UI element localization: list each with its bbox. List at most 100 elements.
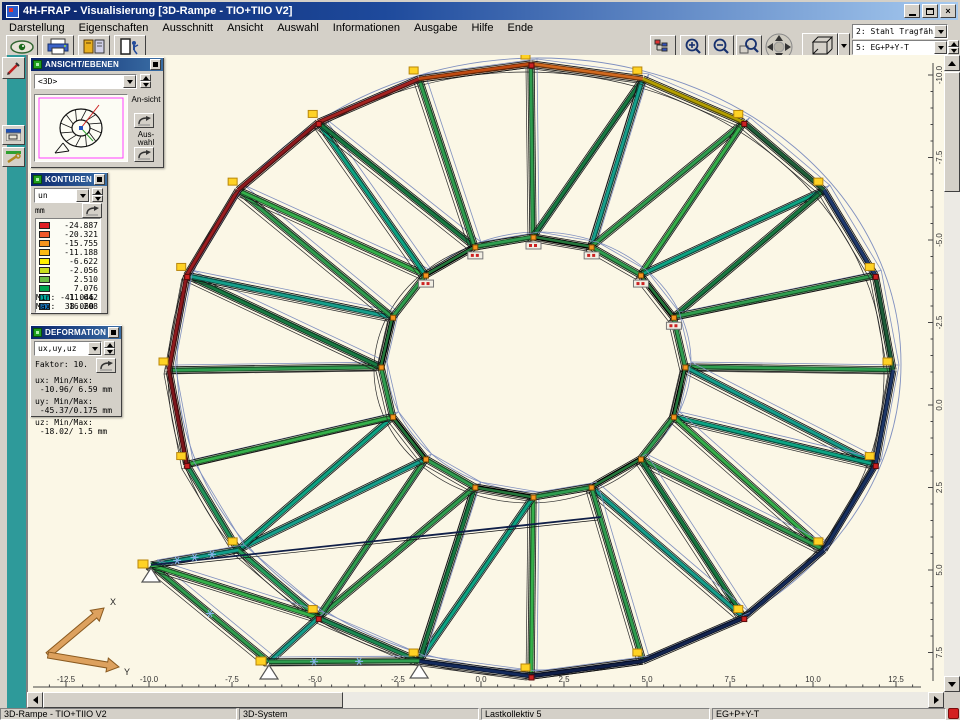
menu-item-informationen[interactable]: Informationen xyxy=(326,21,407,35)
exit-door-icon xyxy=(119,38,141,55)
edit-mode-button[interactable] xyxy=(2,57,25,79)
svg-text:10.0: 10.0 xyxy=(805,675,821,684)
title-bar[interactable]: 4H-FRAP - Visualisierung [3D-Rampe - TIO… xyxy=(2,2,958,20)
kontur-apply-button[interactable] xyxy=(82,203,102,218)
ansicht-label: An-sicht xyxy=(131,96,161,104)
legend-swatch xyxy=(39,240,50,247)
view-spinner[interactable] xyxy=(140,74,151,88)
menu-item-ansicht[interactable]: Ansicht xyxy=(220,21,270,35)
legend-value: -2.056 xyxy=(53,266,98,275)
loadcase-spinner[interactable] xyxy=(948,40,959,54)
menu-item-ende[interactable]: Ende xyxy=(500,21,540,35)
auswahl-label: Aus-wahl xyxy=(131,131,161,147)
tree-icon xyxy=(654,39,672,55)
svg-text:7.5: 7.5 xyxy=(724,675,736,684)
toolbar xyxy=(2,35,958,56)
app-window: { "window": { "title": "4H-FRAP - Visual… xyxy=(0,0,960,720)
deformation-combo[interactable]: ux,uy,uz xyxy=(34,341,102,356)
view-combo-arrow[interactable] xyxy=(123,75,136,88)
menu-item-darstellung[interactable]: Darstellung xyxy=(2,21,72,35)
konturen-panel[interactable]: KONTUREN un mm -24.887-20.321-15.755-11.… xyxy=(30,172,108,314)
left-sidebar xyxy=(0,55,27,708)
view-combo-value: <3D> xyxy=(35,77,123,86)
scroll-right-button[interactable] xyxy=(928,692,944,708)
kontur-combo[interactable]: un xyxy=(34,188,90,203)
svg-text:-2.5: -2.5 xyxy=(935,315,944,329)
pencil-icon xyxy=(6,61,21,76)
svg-text:12.5: 12.5 xyxy=(888,675,904,684)
view-combo[interactable]: <3D> xyxy=(34,74,137,89)
minimized-tools-panel-button[interactable] xyxy=(2,147,25,167)
status-field: 3D-System xyxy=(239,708,479,720)
view-preview-box[interactable] xyxy=(34,94,128,162)
deformation-combo-value: ux,uy,uz xyxy=(35,344,88,353)
menu-item-hilfe[interactable]: Hilfe xyxy=(464,21,500,35)
loadcase-combo[interactable]: 5: EG+P+Y-T xyxy=(852,40,948,55)
svg-text:Y: Y xyxy=(124,667,130,677)
status-app-icon[interactable] xyxy=(948,708,959,719)
deformation-spinner[interactable] xyxy=(104,341,115,355)
svg-text:-5.0: -5.0 xyxy=(935,233,944,247)
ansicht-panel-close[interactable] xyxy=(150,59,161,70)
kontur-spinner[interactable] xyxy=(92,188,103,202)
deformation-apply-button[interactable] xyxy=(96,358,116,373)
svg-text:-5.0: -5.0 xyxy=(308,675,322,684)
visualization-canvas[interactable]: -12.5-10.0-7.5-5.0-2.50.02.55.07.510.012… xyxy=(27,55,944,692)
ansicht-apply-button[interactable] xyxy=(134,113,154,128)
legend-value: -20.321 xyxy=(53,230,98,239)
horizontal-scrollbar[interactable] xyxy=(27,692,944,708)
status-bar: 3D-Rampe - TIO+TIIO V23D-SystemLastkolle… xyxy=(0,708,960,720)
ansicht-panel-titlebar[interactable]: ANSICHT/EBENEN xyxy=(31,58,163,71)
close-button[interactable]: × xyxy=(940,4,956,18)
menu-item-ausschnitt[interactable]: Ausschnitt xyxy=(155,21,220,35)
ansicht-ebenen-panel[interactable]: ANSICHT/EBENEN <3D> An-sicht Aus-wahl xyxy=(30,57,164,168)
deformation-row-value: -18.02/ 1.5 mm xyxy=(30,427,122,436)
deformation-panel-titlebar[interactable]: DEFORMATION xyxy=(31,326,121,339)
faktor-label: Faktor: 10. xyxy=(35,361,88,369)
vertical-scroll-thumb[interactable] xyxy=(944,72,960,192)
deformation-values: ux: Min/Max: -10.96/ 6.59 mmuy: Min/Max:… xyxy=(30,373,122,436)
legend-value: -15.755 xyxy=(53,239,98,248)
menu-item-eigenschaften[interactable]: Eigenschaften xyxy=(72,21,156,35)
perspective-box-icon xyxy=(807,36,833,56)
loadcase-combo-value: 5: EG+P+Y-T xyxy=(853,43,934,52)
legend-value: 7.076 xyxy=(53,284,98,293)
maximize-button[interactable] xyxy=(922,4,938,18)
deformation-panel-close[interactable] xyxy=(108,327,119,338)
kontur-combo-arrow[interactable] xyxy=(76,189,89,202)
legend-value: 2.510 xyxy=(53,275,98,284)
minimize-button[interactable] xyxy=(904,4,920,18)
konturen-panel-titlebar[interactable]: KONTUREN xyxy=(31,173,107,186)
result-combo-arrow[interactable] xyxy=(934,25,947,38)
loadcase-combo-arrow[interactable] xyxy=(934,41,947,54)
svg-text:5.0: 5.0 xyxy=(935,564,944,576)
horizontal-scroll-thumb[interactable] xyxy=(43,692,343,708)
status-field: 3D-Rampe - TIO+TIIO V2 xyxy=(0,708,237,720)
legend-row: -6.622 xyxy=(39,257,98,266)
zoom-window-icon xyxy=(739,38,759,55)
menu-item-auswahl[interactable]: Auswahl xyxy=(270,21,326,35)
legend-row: -2.056 xyxy=(39,266,98,275)
svg-text:-10.0: -10.0 xyxy=(140,675,159,684)
result-combo[interactable]: 2: Stahl Tragfähigkeit (Th. 2. O xyxy=(852,24,948,39)
deformation-panel[interactable]: DEFORMATION ux,uy,uz Faktor: 10. ux: Min… xyxy=(30,325,122,417)
mini-window-icon xyxy=(6,129,21,141)
legend-value: -6.622 xyxy=(53,257,98,266)
scroll-left-button[interactable] xyxy=(27,692,43,708)
legend-value: -24.887 xyxy=(53,221,98,230)
auswahl-apply-button[interactable] xyxy=(134,147,154,162)
scroll-down-button[interactable] xyxy=(944,676,960,692)
minimized-system-panel-button[interactable] xyxy=(2,125,25,145)
panel-icon xyxy=(33,60,42,69)
ansicht-panel-title: ANSICHT/EBENEN xyxy=(45,60,150,69)
deformation-combo-arrow[interactable] xyxy=(88,342,101,355)
konturen-panel-close[interactable] xyxy=(94,174,105,185)
menu-item-ausgabe[interactable]: Ausgabe xyxy=(407,21,464,35)
scroll-up-button[interactable] xyxy=(944,55,960,71)
deformation-row-value: -10.96/ 6.59 mm xyxy=(30,385,122,394)
svg-text:-7.5: -7.5 xyxy=(225,675,239,684)
legend-row: -11.188 xyxy=(39,248,98,257)
vertical-scrollbar[interactable] xyxy=(944,55,960,692)
zoom-out-icon xyxy=(712,38,730,55)
contour-min: Min: -41.046 xyxy=(36,293,94,302)
